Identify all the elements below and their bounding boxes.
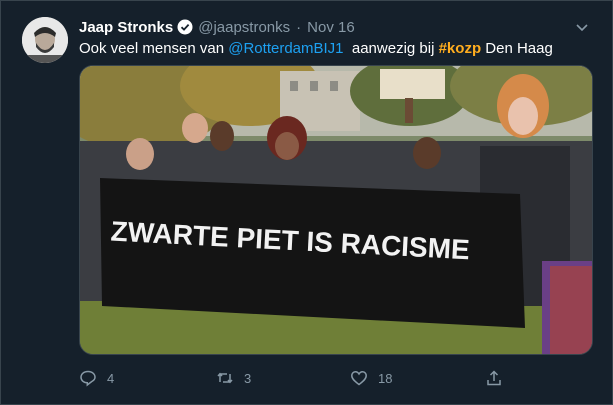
like-button[interactable]: 18 bbox=[350, 369, 392, 387]
tweet-text-middle: aanwezig bij bbox=[343, 40, 439, 57]
tweet-card[interactable]: Jaap Stronks @jaapstronks · Nov 16 Ook v… bbox=[0, 0, 613, 405]
reply-count: 4 bbox=[107, 370, 115, 386]
user-handle[interactable]: @jaapstronks bbox=[198, 19, 290, 36]
retweet-count: 3 bbox=[244, 370, 252, 386]
tweet-text-prefix: Ook veel mensen van bbox=[79, 40, 229, 57]
chevron-down-icon[interactable] bbox=[574, 19, 590, 35]
heart-icon bbox=[351, 371, 367, 386]
mention-link[interactable]: @RotterdamBIJ1 bbox=[228, 40, 343, 57]
share-button[interactable] bbox=[485, 369, 503, 387]
reply-button[interactable]: 4 bbox=[79, 369, 114, 387]
tweet-text: Ook veel mensen van @RotterdamBIJ1 aanwe… bbox=[79, 39, 553, 59]
hashtag-link[interactable]: #kozp bbox=[439, 40, 482, 57]
like-count: 18 bbox=[378, 370, 393, 386]
verified-badge-icon bbox=[177, 19, 193, 35]
tweet-timestamp[interactable]: Nov 16 bbox=[307, 19, 355, 36]
avatar-image bbox=[22, 17, 68, 63]
retweet-button[interactable]: 3 bbox=[216, 369, 251, 387]
separator-dot: · bbox=[296, 18, 302, 36]
tweet-header: Jaap Stronks @jaapstronks · Nov 16 bbox=[79, 17, 355, 37]
tweet-text-suffix: Den Haag bbox=[481, 40, 553, 57]
avatar[interactable] bbox=[22, 17, 68, 63]
tweet-actions: 4 3 18 bbox=[79, 367, 509, 389]
display-name[interactable]: Jaap Stronks bbox=[79, 19, 173, 36]
share-icon bbox=[487, 370, 501, 386]
retweet-icon bbox=[217, 372, 233, 384]
tweet-photo[interactable]: ZWARTE PIET IS RACISME bbox=[79, 65, 593, 355]
protest-photo: ZWARTE PIET IS RACISME bbox=[80, 66, 592, 354]
reply-icon bbox=[80, 370, 96, 387]
